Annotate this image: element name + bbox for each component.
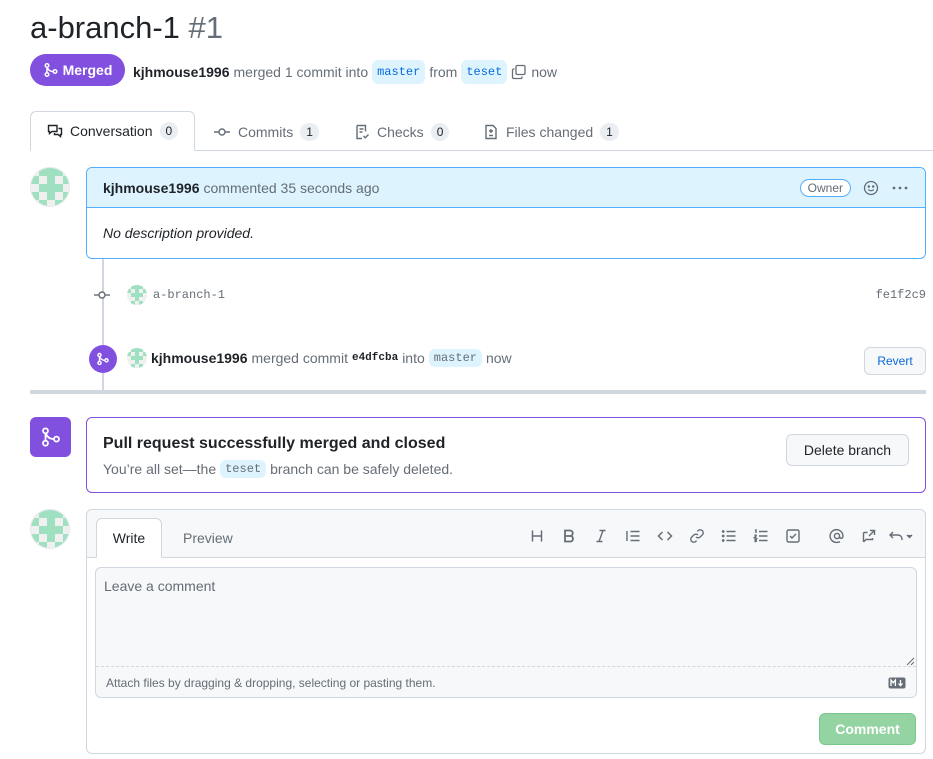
pr-description-comment: kjhmouse1996 commented 35 seconds ago Ow…: [86, 167, 926, 259]
comment-composer: Write Preview Attach files by dragging &…: [86, 509, 926, 754]
timeline-divider: [30, 390, 926, 394]
merged-status-badge: Merged: [30, 54, 125, 86]
bold-icon[interactable]: [553, 524, 585, 548]
merge-icon: [40, 426, 62, 448]
tab-conversation[interactable]: Conversation 0: [30, 111, 196, 151]
merge-icon: [43, 62, 59, 78]
heading-icon[interactable]: [521, 524, 553, 548]
merge-meta: kjhmouse1996 merged 1 commit into master…: [133, 60, 557, 84]
file-diff-icon: [483, 124, 499, 140]
merged-commit-text: merged commit: [251, 350, 348, 366]
kebab-menu-icon[interactable]: [891, 180, 909, 196]
comment-timestamp[interactable]: commented 35 seconds ago: [204, 180, 380, 196]
attach-files-text: Attach files by dragging & dropping, sel…: [106, 675, 436, 690]
merged-badge-label: Merged: [62, 62, 113, 78]
author-link[interactable]: kjhmouse1996: [133, 62, 230, 82]
owner-badge: Owner: [799, 178, 851, 197]
current-user-avatar[interactable]: [30, 509, 70, 549]
merge-time: now: [531, 64, 558, 80]
deletable-branch-pill[interactable]: teset: [220, 460, 267, 478]
cross-reference-icon[interactable]: [853, 524, 885, 548]
tab-files-label: Files changed: [506, 124, 594, 140]
italic-icon[interactable]: [585, 524, 617, 548]
write-tab[interactable]: Write: [96, 518, 162, 558]
revert-button[interactable]: Revert: [864, 347, 926, 375]
tab-files-changed[interactable]: Files changed 1: [483, 113, 619, 151]
tab-conversation-count: 0: [159, 122, 179, 140]
undo-dropdown-icon[interactable]: [885, 524, 917, 548]
preview-tab[interactable]: Preview: [183, 518, 233, 558]
smiley-icon[interactable]: [863, 180, 879, 196]
comment-author[interactable]: kjhmouse1996: [103, 180, 200, 196]
tab-files-count: 1: [600, 123, 619, 141]
markdown-toolbar: [521, 524, 917, 548]
merged-status-box: Pull request successfully merged and clo…: [86, 417, 926, 493]
merged-state-icon: [30, 417, 71, 457]
checklist-icon: [354, 124, 370, 140]
task-list-icon[interactable]: [777, 524, 809, 548]
quote-icon[interactable]: [617, 524, 649, 548]
head-branch-pill[interactable]: teset: [461, 60, 508, 84]
tab-commits[interactable]: Commits 1: [213, 113, 319, 151]
merged-status-title: Pull request successfully merged and clo…: [103, 435, 446, 452]
comment-header: kjhmouse1996 commented 35 seconds ago Ow…: [87, 168, 925, 208]
mention-icon[interactable]: [821, 524, 853, 548]
attach-files-bar[interactable]: Attach files by dragging & dropping, sel…: [96, 666, 916, 697]
merge-author-avatar[interactable]: [127, 348, 147, 368]
into-text: into: [402, 350, 425, 366]
comment-textarea[interactable]: [96, 568, 916, 666]
pr-title: a-branch-1 #1: [30, 8, 223, 48]
conversation-icon: [47, 123, 63, 139]
merged-text: merged 1 commit into: [233, 64, 369, 80]
pr-number: #1: [188, 10, 224, 45]
link-icon[interactable]: [681, 524, 713, 548]
tab-conversation-label: Conversation: [70, 123, 153, 139]
tab-checks[interactable]: Checks 0: [354, 113, 450, 151]
comment-textarea-wrapper: Attach files by dragging & dropping, sel…: [95, 567, 917, 698]
tab-commits-count: 1: [300, 123, 319, 141]
avatar[interactable]: [30, 167, 70, 207]
merge-event-text: kjhmouse1996 merged commit e4dfcba into …: [127, 348, 512, 368]
code-icon[interactable]: [649, 524, 681, 548]
merge-author[interactable]: kjhmouse1996: [151, 350, 248, 366]
merged-subtitle-pre: You’re all set—the: [103, 461, 217, 477]
merge-icon: [96, 352, 110, 366]
commit-sha-link[interactable]: fe1f2c9: [876, 288, 926, 302]
merge-commit-sha[interactable]: e4dfcba: [352, 352, 398, 364]
markdown-icon[interactable]: [888, 677, 906, 689]
delete-branch-button[interactable]: Delete branch: [786, 434, 909, 466]
tab-commits-label: Commits: [238, 124, 294, 140]
merge-event-time[interactable]: now: [486, 350, 512, 366]
tab-checks-label: Checks: [377, 124, 424, 140]
commit-message-link[interactable]: a-branch-1: [153, 288, 225, 302]
copy-icon[interactable]: [511, 64, 527, 80]
commit-author-avatar[interactable]: [127, 285, 147, 305]
merge-target-branch[interactable]: master: [428, 349, 482, 367]
commit-row: a-branch-1 fe1f2c9: [93, 284, 926, 306]
tab-checks-count: 0: [430, 123, 450, 141]
from-text: from: [429, 64, 458, 80]
comment-submit-button[interactable]: Comment: [819, 713, 916, 745]
ordered-list-icon[interactable]: [745, 524, 777, 548]
composer-header: Write Preview: [87, 510, 925, 558]
base-branch-pill[interactable]: master: [372, 60, 426, 84]
unordered-list-icon[interactable]: [713, 524, 745, 548]
commit-icon: [93, 287, 113, 303]
comment-body: No description provided.: [103, 225, 254, 241]
merged-status-subtitle: You’re all set—the teset branch can be s…: [103, 460, 453, 478]
merged-subtitle-post: branch can be safely deleted.: [270, 461, 454, 477]
pr-title-text: a-branch-1: [30, 10, 180, 45]
commit-icon: [213, 124, 231, 140]
merge-event-badge: [89, 345, 117, 373]
